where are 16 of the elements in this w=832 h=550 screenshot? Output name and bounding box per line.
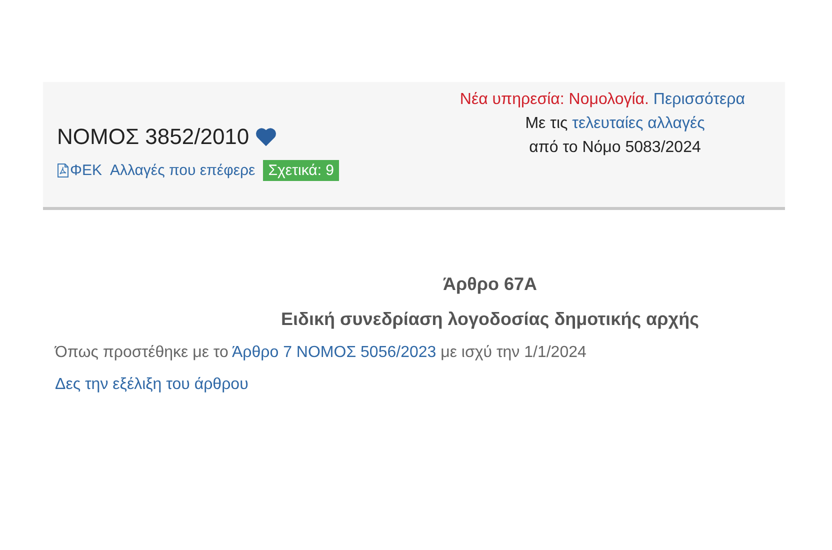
updates-text: Με τις τελευταίες αλλαγές	[524, 114, 706, 134]
article-history-link[interactable]: Δες την εξέλιξη του άρθρου	[55, 376, 248, 394]
addition-note: Όπως προστέθηκε με το Άρθρο 7 ΝΟΜΟΣ 5056/2023 με ισχύ την 1/1/2024	[55, 344, 588, 362]
more-link[interactable]: Περισσότερα	[653, 91, 745, 108]
fek-link[interactable]: ΦΕΚ	[57, 162, 102, 179]
notice-text: Νέα υπηρεσία: Νομολογία. Περισσότερα	[460, 90, 745, 110]
law-title: ΝΟΜΟΣ 3852/2010	[57, 124, 250, 150]
related-badge[interactable]: Σχετικά: 9	[263, 160, 339, 181]
pdf-file-icon	[57, 163, 69, 178]
changes-link[interactable]: Αλλαγές που επέφερε	[110, 162, 256, 179]
article-title: Ειδική συνεδρίαση λογοδοσίας δημοτικής αρχής	[281, 309, 699, 330]
heart-icon[interactable]	[255, 127, 278, 147]
article-number: Άρθρο 67Α	[442, 274, 538, 295]
amending-law-link[interactable]: Άρθρο 7 ΝΟΜΟΣ 5056/2023	[232, 344, 436, 361]
updates-source: από το Νόμο 5083/2024	[528, 138, 702, 158]
latest-changes-link[interactable]: τελευταίες αλλαγές	[572, 115, 705, 132]
